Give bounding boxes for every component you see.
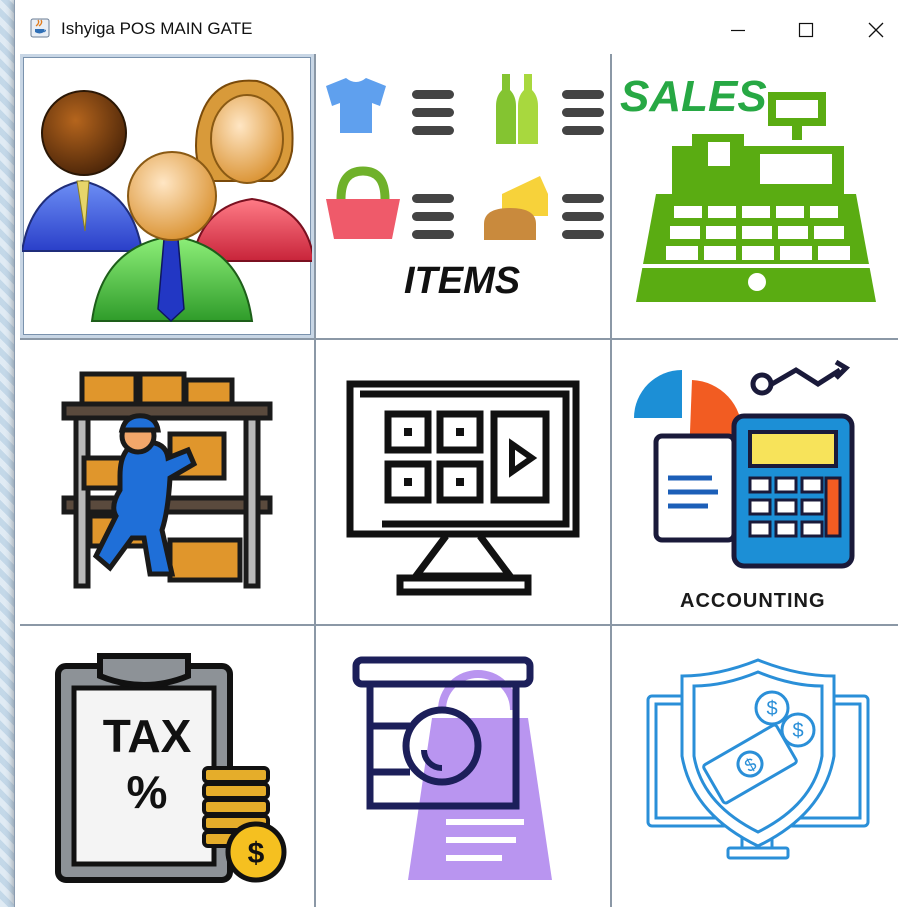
maximize-button[interactable]	[771, 8, 841, 52]
media-monitor-icon	[346, 380, 580, 596]
java-app-icon	[30, 18, 50, 38]
accounting-label: ACCOUNTING	[680, 590, 826, 612]
users-tile[interactable]	[20, 54, 314, 338]
warehouse-worker-icon	[61, 371, 273, 589]
shop-tile[interactable]	[316, 626, 610, 907]
sales-tile[interactable]: SALES	[612, 54, 898, 338]
main-window: Ishyiga POS MAIN GATE ITEMS SALES ACCOUN…	[14, 0, 898, 907]
stock-tile[interactable]	[20, 340, 314, 624]
module-grid: ITEMS SALES ACCOUNTING $ TAX % $ $ $	[20, 54, 898, 907]
display-tile[interactable]	[316, 340, 610, 624]
shop-bag-icon	[352, 656, 552, 880]
items-label: ITEMS	[404, 260, 521, 302]
tax-tile[interactable]: $ TAX %	[20, 626, 314, 907]
tax-label: TAX %	[102, 710, 192, 818]
svg-text:$: $	[766, 698, 777, 720]
users-group-icon	[22, 79, 312, 323]
sales-label: SALES	[620, 72, 767, 121]
secure-payment-icon: $ $$	[646, 658, 870, 860]
accounting-tile[interactable]: ACCOUNTING	[612, 340, 898, 624]
calculator-chart-icon	[634, 359, 855, 569]
payment-tile[interactable]: $ $ $	[612, 626, 898, 907]
items-tile[interactable]: ITEMS	[316, 54, 610, 338]
minimize-button[interactable]	[703, 8, 773, 52]
maximize-icon	[798, 22, 814, 38]
title-bar[interactable]: Ishyiga POS MAIN GATE	[15, 0, 898, 54]
svg-text:$: $	[248, 837, 265, 870]
minimize-icon	[731, 29, 745, 32]
close-icon	[868, 22, 884, 38]
svg-text:$: $	[792, 720, 803, 742]
window-title: Ishyiga POS MAIN GATE	[61, 19, 253, 38]
close-button[interactable]	[841, 8, 898, 52]
